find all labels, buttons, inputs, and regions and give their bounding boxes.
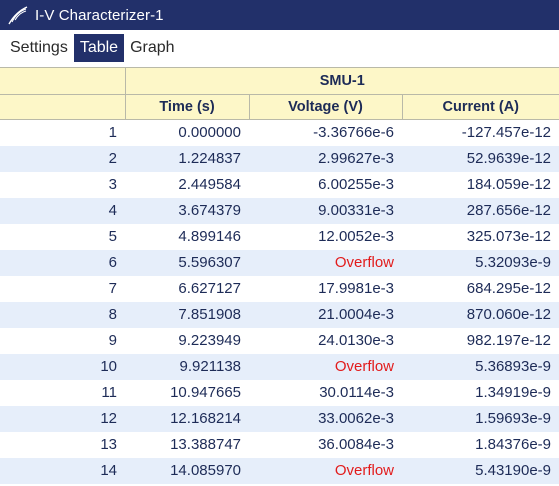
current-cell: 184.059e-12 <box>466 176 552 193</box>
time-cell: 7.851908 <box>125 301 249 328</box>
column-header-current[interactable]: Current (A) <box>401 94 559 120</box>
table-row[interactable]: 2 1.224837 2.99627e-3 52.9639e-12 <box>0 145 559 172</box>
voltage-cell: 6.00255e-3 <box>318 176 394 193</box>
table-row[interactable]: 9 9.223949 24.0130e-3 982.197e-12 <box>0 328 559 354</box>
data-table: SMU-1 Time (s) Voltage (V) Current (A) 1… <box>0 67 559 484</box>
current-cell: 1.59693e-9 <box>402 405 559 432</box>
voltage-cell: -3.36766e-6 <box>313 124 394 142</box>
table-row[interactable]: 6 5.596307 Overflow 5.32093e-9 <box>0 249 559 276</box>
feather-logo-icon <box>7 4 31 26</box>
time-cell: 4.899146 <box>178 228 241 245</box>
current-cell: 52.9639e-12 <box>402 145 559 172</box>
row-index-cell: 4 <box>0 197 125 224</box>
current-cell: 870.060e-12 <box>402 301 559 328</box>
current-cell: 5.43190e-9 <box>402 457 559 484</box>
table-row[interactable]: 1 0.000000 -3.36766e-6 -127.457e-12 <box>0 120 559 146</box>
table-row[interactable]: 14 14.085970 Overflow 5.43190e-9 <box>0 457 559 484</box>
tab-bar: Settings Table Graph <box>0 30 559 65</box>
time-cell: 9.921138 <box>125 353 249 380</box>
window-title: I-V Characterizer-1 <box>35 6 164 24</box>
current-cell: 5.36893e-9 <box>402 353 559 380</box>
column-header-time[interactable]: Time (s) <box>124 94 249 120</box>
time-cell: 13.388747 <box>170 436 241 453</box>
index-header-cell <box>0 94 125 120</box>
time-cell: 14.085970 <box>125 457 249 484</box>
table-row[interactable]: 3 2.449584 6.00255e-3 184.059e-12 <box>0 172 559 198</box>
voltage-cell: 17.9981e-3 <box>318 280 394 297</box>
row-index-cell: 14 <box>0 457 125 484</box>
current-cell: 1.34919e-9 <box>475 384 552 401</box>
row-index-cell: 2 <box>0 145 125 172</box>
voltage-cell: 12.0052e-3 <box>318 228 394 245</box>
table-row[interactable]: 5 4.899146 12.0052e-3 325.073e-12 <box>0 224 559 250</box>
corner-header-cell <box>0 67 125 95</box>
time-cell: 9.223949 <box>178 332 241 349</box>
row-index-cell: 13 <box>100 436 117 453</box>
current-cell: -127.457e-12 <box>461 124 552 142</box>
time-cell: 10.947665 <box>170 384 241 401</box>
data-table-container[interactable]: SMU-1 Time (s) Voltage (V) Current (A) 1… <box>0 67 559 486</box>
row-index-cell: 9 <box>108 332 117 349</box>
current-cell: 684.295e-12 <box>466 280 552 297</box>
tab-graph[interactable]: Graph <box>124 34 180 62</box>
table-row[interactable]: 4 3.674379 9.00331e-3 287.656e-12 <box>0 197 559 224</box>
time-cell: 2.449584 <box>178 176 241 193</box>
voltage-cell: 33.0062e-3 <box>249 405 402 432</box>
table-row[interactable]: 8 7.851908 21.0004e-3 870.060e-12 <box>0 301 559 328</box>
tab-settings[interactable]: Settings <box>4 34 74 62</box>
title-bar: I-V Characterizer-1 <box>0 0 559 30</box>
time-cell: 1.224837 <box>125 145 249 172</box>
time-cell: 6.627127 <box>178 280 241 297</box>
current-cell: 982.197e-12 <box>466 332 552 349</box>
time-cell: 5.596307 <box>125 249 249 276</box>
row-index-cell: 7 <box>108 280 117 297</box>
group-header-smu: SMU-1 <box>124 67 559 95</box>
tab-table[interactable]: Table <box>73 33 125 62</box>
voltage-cell: 30.0114e-3 <box>319 384 394 401</box>
voltage-cell: Overflow <box>249 457 402 484</box>
current-cell: 325.073e-12 <box>466 228 552 245</box>
table-row[interactable]: 10 9.921138 Overflow 5.36893e-9 <box>0 353 559 380</box>
voltage-cell: 2.99627e-3 <box>249 145 402 172</box>
table-row[interactable]: 13 13.388747 36.0084e-3 1.84376e-9 <box>0 432 559 458</box>
time-cell: 3.674379 <box>125 197 249 224</box>
table-row[interactable]: 12 12.168214 33.0062e-3 1.59693e-9 <box>0 405 559 432</box>
row-index-cell: 1 <box>108 124 117 142</box>
voltage-cell: 21.0004e-3 <box>249 301 402 328</box>
voltage-cell: 36.0084e-3 <box>318 436 394 453</box>
table-body: 1 0.000000 -3.36766e-6 -127.457e-12 2 1.22483… <box>0 120 559 484</box>
row-index-cell: 11 <box>101 384 117 401</box>
time-cell: 12.168214 <box>125 405 249 432</box>
voltage-cell: Overflow <box>249 249 402 276</box>
column-header-voltage[interactable]: Voltage (V) <box>248 94 402 120</box>
row-index-cell: 8 <box>0 301 125 328</box>
row-index-cell: 3 <box>108 176 117 193</box>
current-cell: 5.32093e-9 <box>402 249 559 276</box>
current-cell: 1.84376e-9 <box>475 436 552 453</box>
table-row[interactable]: 7 6.627127 17.9981e-3 684.295e-12 <box>0 276 559 302</box>
current-cell: 287.656e-12 <box>402 197 559 224</box>
row-index-cell: 6 <box>0 249 125 276</box>
row-index-cell: 10 <box>0 353 125 380</box>
voltage-cell: 9.00331e-3 <box>249 197 402 224</box>
row-index-cell: 12 <box>0 405 125 432</box>
table-row[interactable]: 11 10.947665 30.0114e-3 1.34919e-9 <box>0 380 559 406</box>
voltage-cell: 24.0130e-3 <box>318 332 394 349</box>
time-cell: 0.000000 <box>178 124 241 142</box>
voltage-cell: Overflow <box>249 353 402 380</box>
row-index-cell: 5 <box>108 228 117 245</box>
